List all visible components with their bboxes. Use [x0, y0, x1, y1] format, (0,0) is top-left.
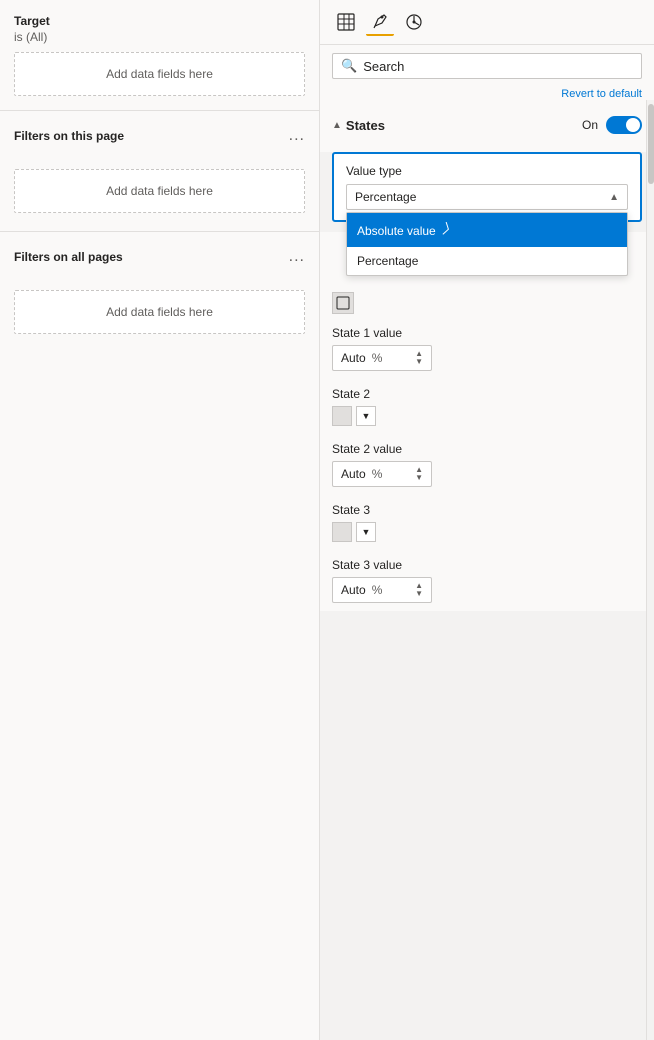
state2-group: State 2 ▼ [320, 379, 654, 434]
filters-on-page-header: Filters on this page ... [0, 115, 319, 151]
state3-color-box [332, 522, 352, 542]
state3-value-group: State 3 value Auto % ▲ ▼ [320, 550, 654, 611]
toggle-knob [626, 118, 640, 132]
dropdown-chevron-icon: ▲ [609, 192, 619, 203]
state3-color-dropdown[interactable]: ▼ [356, 522, 376, 542]
state2-unit: % [372, 467, 383, 481]
add-fields-target[interactable]: Add data fields here [14, 52, 305, 96]
filters-all-pages-header: Filters on all pages ... [0, 236, 319, 272]
filters-on-page-label: Filters on this page [14, 129, 124, 143]
left-panel: Target is (All) Add data fields here Fil… [0, 0, 320, 1040]
filters-all-pages-section: Add data fields here [0, 272, 319, 348]
state2-value-group: State 2 value Auto % ▲ ▼ [320, 434, 654, 495]
state3-stepper[interactable]: ▲ ▼ [415, 582, 423, 598]
value-type-selected: Percentage [355, 190, 416, 204]
value-type-label: Value type [346, 164, 628, 178]
state1-value-input[interactable]: Auto % ▲ ▼ [332, 345, 432, 371]
dropdown-item-absolute[interactable]: Absolute value 〉 [347, 213, 627, 247]
state3-label: State 3 [332, 503, 642, 517]
state1-auto-text: Auto [341, 351, 366, 365]
states-label: States [346, 118, 385, 133]
target-value: is (All) [14, 30, 305, 44]
state3-auto-text: Auto [341, 583, 366, 597]
states-header: ▲ States On [332, 116, 642, 134]
states-chevron-icon: ▲ [332, 120, 342, 131]
filters-all-pages-menu[interactable]: ... [289, 248, 305, 266]
search-container: 🔍 [320, 45, 654, 83]
percentage-label: Percentage [357, 254, 418, 268]
state3-color-row: ▼ [332, 522, 642, 542]
add-fields-all-pages[interactable]: Add data fields here [14, 290, 305, 334]
state2-color-box [332, 406, 352, 426]
stepper-down-3[interactable]: ▼ [415, 590, 423, 598]
cursor-icon: 〉 [441, 219, 460, 242]
states-on-label: On [582, 118, 598, 132]
state3-value-input[interactable]: Auto % ▲ ▼ [332, 577, 432, 603]
right-scrollbar[interactable] [646, 100, 654, 1040]
divider-2 [0, 231, 319, 232]
toolbar-table-icon[interactable] [332, 8, 360, 36]
state2-color-dropdown[interactable]: ▼ [356, 406, 376, 426]
add-fields-page[interactable]: Add data fields here [14, 169, 305, 213]
filters-all-pages-label: Filters on all pages [14, 250, 123, 264]
states-toggle-label[interactable]: ▲ States [332, 118, 385, 133]
states-toggle-switch[interactable] [606, 116, 642, 134]
states-toggle-row: On [582, 116, 642, 134]
state3-value-label: State 3 value [332, 558, 642, 572]
scrollbar-thumb [648, 104, 654, 184]
filters-on-page-section: Add data fields here [0, 151, 319, 227]
search-input[interactable] [363, 59, 633, 74]
state2-label: State 2 [332, 387, 642, 401]
value-type-dropdown[interactable]: Percentage ▲ [346, 184, 628, 210]
search-box: 🔍 [332, 53, 642, 79]
state1-value-label: State 1 value [332, 326, 642, 340]
revert-to-default-link[interactable]: Revert to default [561, 88, 642, 100]
states-section: ▲ States On [320, 108, 654, 152]
state1-unit: % [372, 351, 383, 365]
revert-link-container: Revert to default [320, 83, 654, 108]
target-section: Target is (All) Add data fields here [0, 0, 319, 106]
state3-group: State 3 ▼ [320, 495, 654, 550]
toolbar-format-icon[interactable] [366, 8, 394, 36]
value-type-dropdown-menu: Absolute value 〉 Percentage [346, 212, 628, 276]
toolbar-analytics-icon[interactable] [400, 8, 428, 36]
state1-value-group: State 1 value Auto % ▲ ▼ [320, 318, 654, 379]
dropdown-item-percentage[interactable]: Percentage [347, 247, 627, 275]
state-icon[interactable] [332, 292, 354, 314]
target-label: Target [14, 14, 305, 28]
search-icon: 🔍 [341, 58, 357, 74]
state1-stepper[interactable]: ▲ ▼ [415, 350, 423, 366]
state2-color-row: ▼ [332, 406, 642, 426]
state2-value-label: State 2 value [332, 442, 642, 456]
toolbar [320, 0, 654, 45]
right-panel: 🔍 Revert to default ▲ States On Value ty… [320, 0, 654, 1040]
state2-stepper[interactable]: ▲ ▼ [415, 466, 423, 482]
value-type-container: Value type Percentage ▲ Absolute value 〉… [332, 152, 642, 222]
state2-value-input[interactable]: Auto % ▲ ▼ [332, 461, 432, 487]
stepper-down-2[interactable]: ▼ [415, 474, 423, 482]
state3-unit: % [372, 583, 383, 597]
stepper-down[interactable]: ▼ [415, 358, 423, 366]
state2-auto-text: Auto [341, 467, 366, 481]
filters-on-page-menu[interactable]: ... [289, 127, 305, 145]
absolute-value-label: Absolute value [357, 224, 436, 238]
divider-1 [0, 110, 319, 111]
